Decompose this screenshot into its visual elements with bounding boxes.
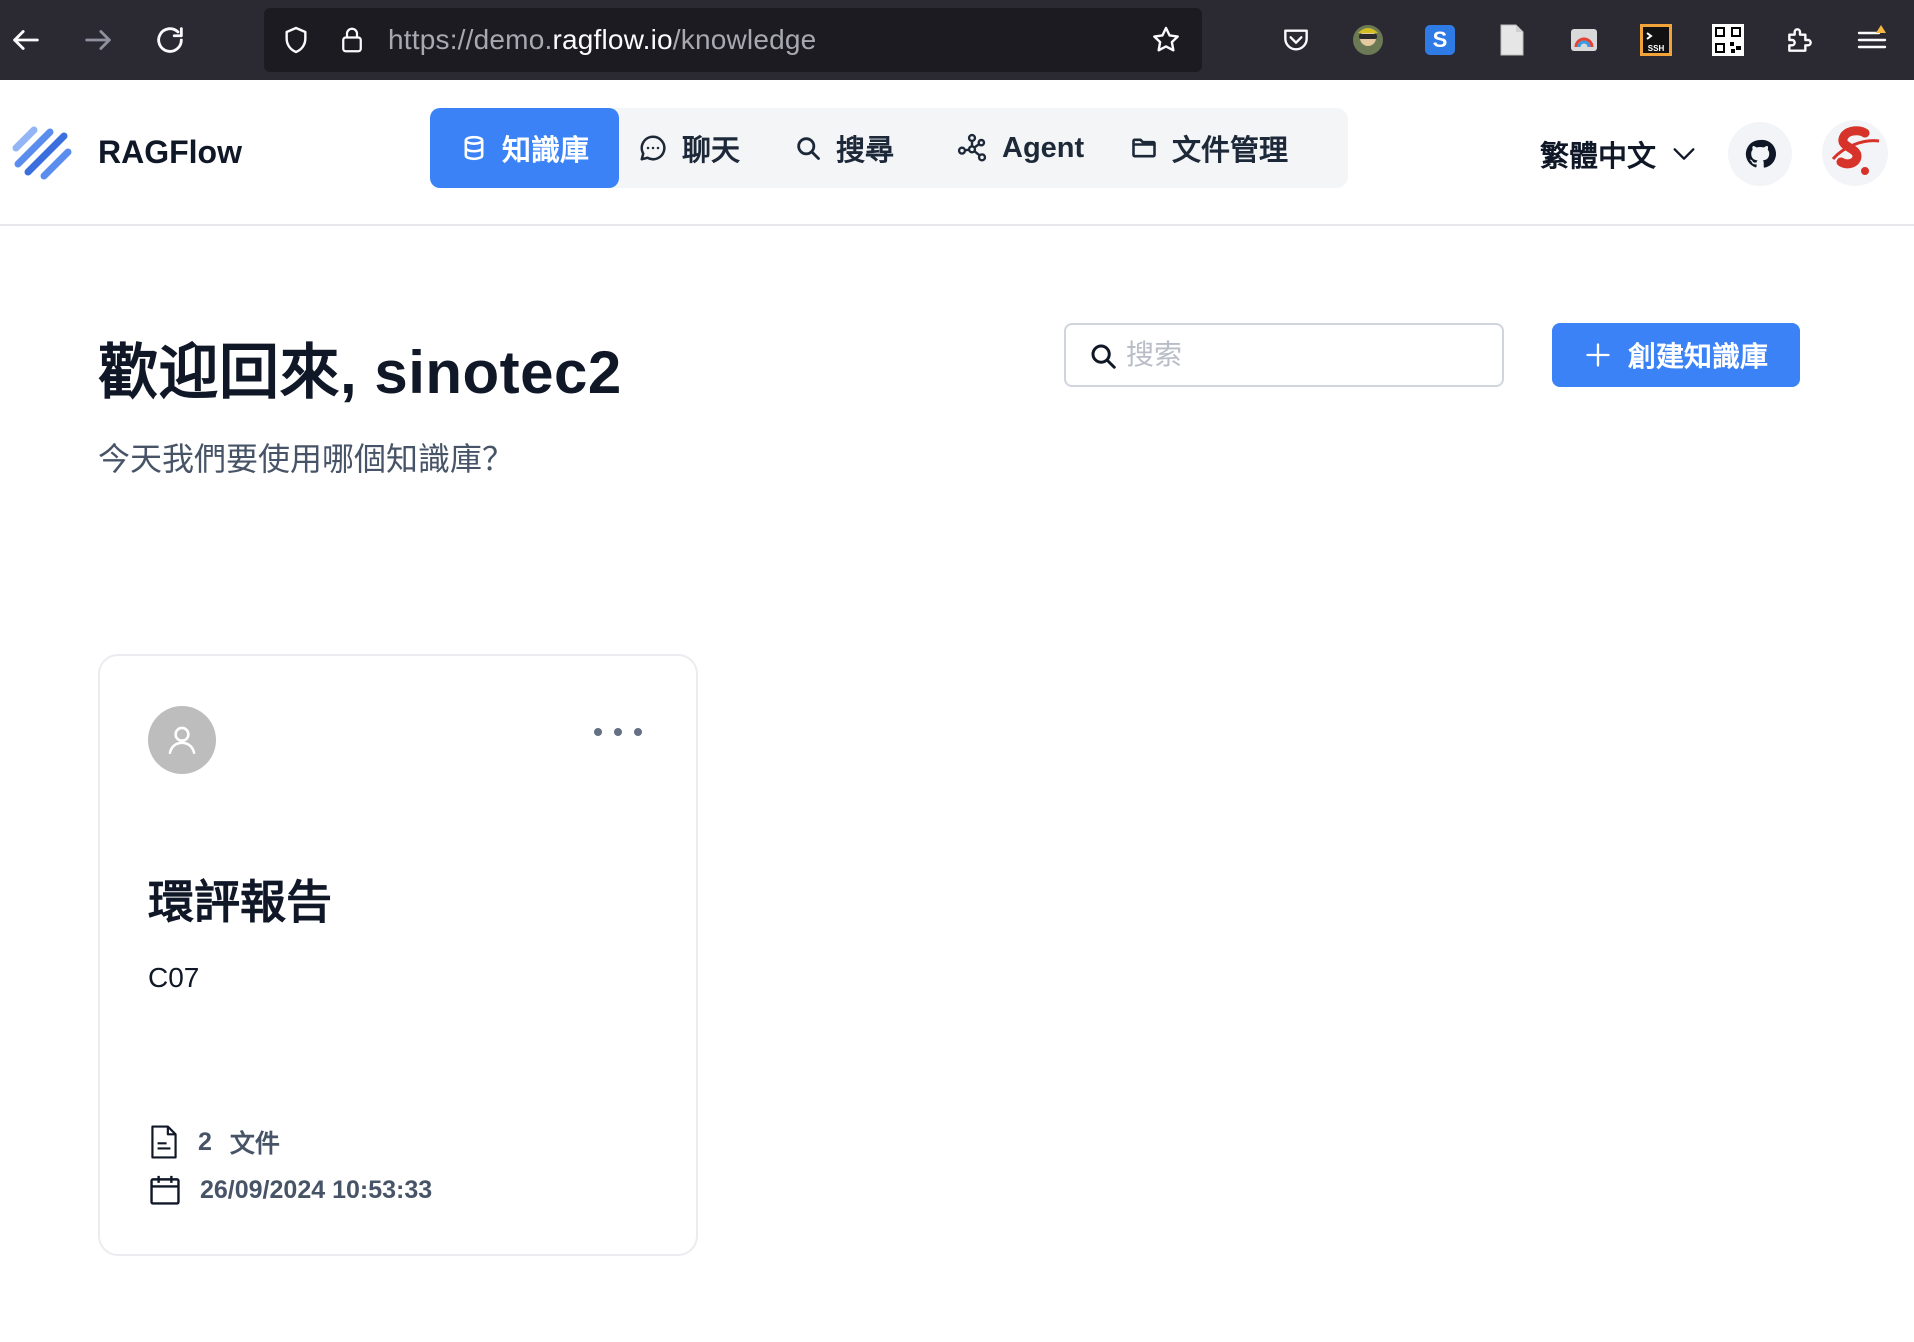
brand-name[interactable]: RAGFlow [98, 134, 242, 171]
ssh-extension-label: SSH [1647, 44, 1665, 53]
s-extension-icon[interactable]: S [1420, 20, 1460, 60]
kb-description: C07 [148, 962, 200, 993]
user-icon [168, 726, 196, 755]
plus-icon [1586, 343, 1610, 367]
pocket-icon[interactable] [1276, 20, 1316, 60]
doc-count-unit: 文件 [229, 1130, 280, 1158]
menu-icon[interactable] [1852, 20, 1892, 60]
more-options-icon[interactable] [588, 720, 648, 744]
search-icon [797, 137, 820, 160]
nav-label: 文件管理 [1172, 135, 1289, 167]
back-arrow-icon[interactable] [4, 18, 48, 62]
kb-title: 環評報告 [148, 876, 332, 928]
chevron-down-icon [1673, 148, 1695, 160]
user-avatar[interactable] [1822, 120, 1888, 186]
document-extension-icon[interactable] [1492, 20, 1532, 60]
shield-icon[interactable] [278, 22, 314, 58]
nav-label: 知識庫 [502, 135, 590, 167]
ssh-extension-icon[interactable]: SSH [1636, 20, 1676, 60]
puzzle-extensions-icon[interactable] [1780, 20, 1820, 60]
nav-label: 聊天 [682, 135, 741, 167]
star-icon[interactable] [1148, 22, 1184, 58]
welcome-heading: 歡迎回來, sinotec2 [98, 339, 622, 406]
search-icon [1091, 344, 1116, 369]
nav-search[interactable]: 搜尋 [764, 108, 924, 188]
language-label: 繁體中文 [1540, 141, 1657, 173]
search-box[interactable] [1064, 323, 1504, 387]
kb-updated: 26/09/2024 10:53:33 [148, 1170, 432, 1210]
profile-extension-icon[interactable] [1348, 20, 1388, 60]
reload-icon[interactable] [148, 18, 192, 62]
nav-label: 搜尋 [836, 135, 895, 167]
url-text[interactable]: https://demo.ragflow.io/knowledge [388, 8, 816, 72]
url-bar[interactable]: https://demo.ragflow.io/knowledge [264, 8, 1202, 72]
create-knowledge-base-button[interactable]: 創建知識庫 [1552, 323, 1800, 387]
agent-graph-icon [957, 133, 987, 162]
welcome-subtitle: 今天我們要使用哪個知識庫？ [98, 441, 515, 477]
database-icon [464, 135, 484, 161]
nav-agent[interactable]: Agent [926, 108, 1114, 188]
github-button[interactable] [1728, 122, 1792, 186]
forward-arrow-icon[interactable] [76, 18, 120, 62]
ragflow-logo[interactable] [10, 118, 76, 184]
rainbow-extension-icon[interactable] [1564, 20, 1604, 60]
app-header: RAGFlow 知識庫 聊天 搜尋 Agent 文件管理 繁體中文 [0, 80, 1914, 226]
updated-datetime: 26/09/2024 10:53:33 [200, 1175, 433, 1204]
chat-icon [640, 135, 666, 161]
search-input[interactable] [1126, 333, 1486, 377]
folder-icon [1132, 138, 1156, 158]
main-nav: 知識庫 聊天 搜尋 Agent 文件管理 [430, 108, 1348, 188]
knowledge-base-card[interactable]: 環評報告 C07 2 文件 26/09/2024 10:53:33 [98, 654, 698, 1256]
nav-label: Agent [1002, 131, 1085, 164]
github-icon [1745, 139, 1776, 168]
nav-chat[interactable]: 聊天 [608, 108, 770, 188]
lock-icon[interactable] [334, 22, 370, 58]
nav-knowledge-base[interactable]: 知識庫 [430, 108, 620, 188]
nav-file-management[interactable]: 文件管理 [1100, 108, 1318, 188]
kb-avatar [148, 706, 216, 774]
kb-doc-count: 2 文件 [148, 1122, 280, 1162]
calendar-icon [150, 1175, 180, 1205]
create-button-label: 創建知識庫 [1627, 341, 1768, 372]
s-extension-label: S [1432, 27, 1448, 52]
file-icon [151, 1125, 177, 1159]
doc-count-value: 2 [198, 1127, 212, 1156]
qr-code-extension-icon[interactable] [1708, 20, 1748, 60]
browser-toolbar: https://demo.ragflow.io/knowledge S SSH [0, 0, 1914, 80]
language-select[interactable]: 繁體中文 [1540, 132, 1698, 176]
